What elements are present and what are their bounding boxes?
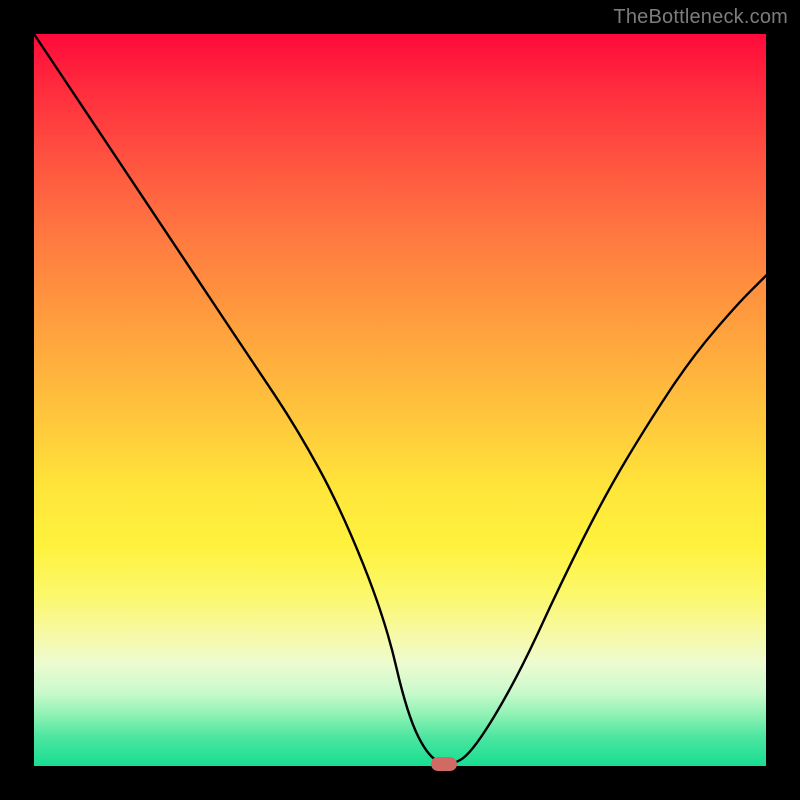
- optimum-marker: [431, 757, 457, 771]
- bottleneck-curve: [34, 34, 766, 764]
- curve-layer: [34, 34, 766, 766]
- plot-area: [34, 34, 766, 766]
- chart-frame: TheBottleneck.com: [0, 0, 800, 800]
- watermark-text: TheBottleneck.com: [613, 6, 788, 29]
